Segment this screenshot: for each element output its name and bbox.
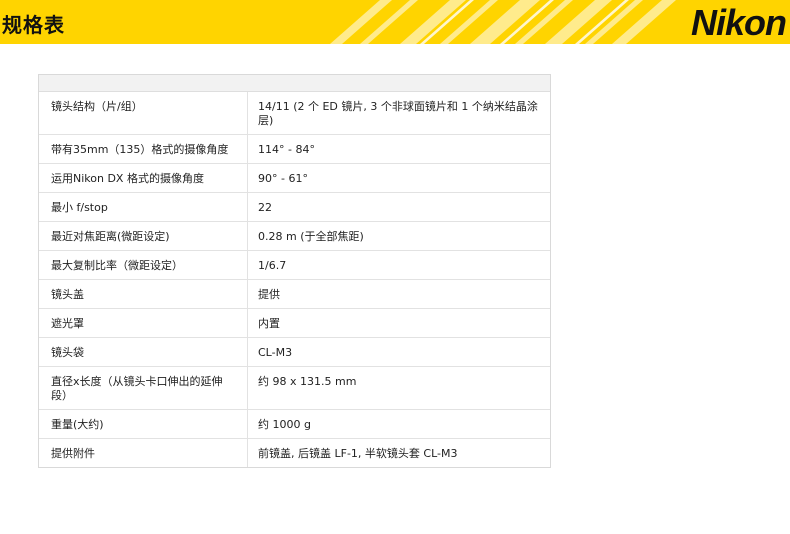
spec-value: 提供 [258,288,280,301]
spec-label: 运用Nikon DX 格式的摄像角度 [39,164,248,192]
spec-value: 前镜盖, 后镜盖 LF-1, 半软镜头套 CL-M3 [258,447,458,460]
spec-row: 遮光罩 内置 [39,309,550,338]
spec-label: 重量(大约) [39,410,248,438]
spec-value: 0.28 m (于全部焦距) [258,230,364,243]
spec-label: 镜头结构（片/组） [39,92,248,134]
spec-row: 重量(大约) 约 1000 g [39,410,550,439]
banner-stripes-graphic [330,0,676,44]
spec-row: 镜头袋 CL-M3 [39,338,550,367]
spec-row: 镜头结构（片/组） 14/11 (2 个 ED 镜片, 3 个非球面镜片和 1 … [39,92,550,135]
spec-value: CL-M3 [258,346,293,359]
spec-row: 最近对焦距离(微距设定) 0.28 m (于全部焦距) [39,222,550,251]
spec-value: 114° - 84° [258,143,315,156]
spec-value: 约 98 x 131.5 mm [258,375,357,388]
nikon-logo: Nikon [690,2,787,43]
spec-value: 90° - 61° [258,172,308,185]
spec-row: 镜头盖 提供 [39,280,550,309]
spec-value: 内置 [258,317,280,330]
spec-row: 提供附件 前镜盖, 后镜盖 LF-1, 半软镜头套 CL-M3 [39,439,550,467]
spec-value: 约 1000 g [258,418,311,431]
header-banner: 规格表 Nikon [0,0,790,44]
spec-table: 镜头结构（片/组） 14/11 (2 个 ED 镜片, 3 个非球面镜片和 1 … [38,74,551,468]
spec-row: 运用Nikon DX 格式的摄像角度 90° - 61° [39,164,550,193]
spec-row: 最小 f/stop 22 [39,193,550,222]
spec-value: 14/11 (2 个 ED 镜片, 3 个非球面镜片和 1 个纳米结晶涂层) [258,100,538,127]
spec-label: 最近对焦距离(微距设定) [39,222,248,250]
spec-label: 镜头袋 [39,338,248,366]
spec-label: 镜头盖 [39,280,248,308]
spec-value: 22 [258,201,272,214]
spec-label: 遮光罩 [39,309,248,337]
spec-label: 提供附件 [39,439,248,467]
spec-label: 最小 f/stop [39,193,248,221]
spec-row: 带有35mm（135）格式的摄像角度 114° - 84° [39,135,550,164]
spec-value: 1/6.7 [258,259,287,272]
spec-table-header [39,75,550,92]
spec-row: 直径x长度（从镜头卡口伸出的延伸段） 约 98 x 131.5 mm [39,367,550,410]
spec-row: 最大复制比率（微距设定） 1/6.7 [39,251,550,280]
spec-label: 最大复制比率（微距设定） [39,251,248,279]
spec-label: 直径x长度（从镜头卡口伸出的延伸段） [39,367,248,409]
spec-label: 带有35mm（135）格式的摄像角度 [39,135,248,163]
page-title: 规格表 [2,13,65,37]
